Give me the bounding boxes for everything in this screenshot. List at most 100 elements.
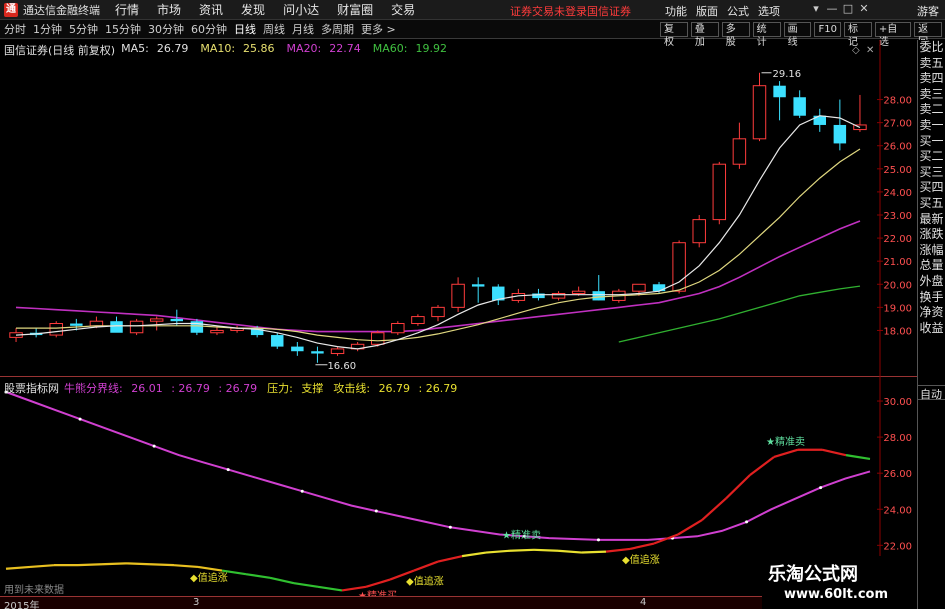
candle-body [732,138,747,165]
candle-body [793,97,806,116]
attack-line-segment [485,549,511,554]
broker-link[interactable]: 国信证券 [587,3,631,19]
auto-button[interactable]: 自动 [917,385,945,401]
menu-item-news[interactable]: 资讯 [199,1,223,18]
ma-legend: 国信证券(日线 前复权) MA5: 26.79 MA10: 25.86 MA20: 2… [4,42,459,58]
candle-body [571,290,586,295]
price-chart-panel[interactable]: 28.00 27.00 26.00 25.00 24.00 23.00 22.00 21.00… [0,40,917,377]
tab-60min[interactable]: 60分钟 [191,21,227,37]
price-tick-label: 22.00 [883,234,912,245]
main-menu: 行情 市场 资讯 发现 问小达 财富圈 交易 [115,1,433,18]
price-tick-label: 24.00 [883,188,912,199]
candle-body [773,85,786,98]
order-book-label: 卖一 [919,117,944,132]
ma5-value: MA5: 26.79 [121,42,189,55]
menu-item-trade[interactable]: 交易 [391,1,415,18]
stats-button[interactable]: 统计 [752,22,781,48]
candle-body [210,329,224,334]
attack-line-segment [581,550,607,554]
menu-item-markets[interactable]: 市场 [157,1,181,18]
signal-label: ★精准卖 [766,435,805,448]
candle-body [49,323,63,336]
diamond-icon: ◇ [852,45,860,56]
indicator-tick-label: 26.00 [883,469,912,480]
order-book-label: 外盘 [919,273,944,288]
app-logo-icon: 通 [4,2,18,17]
tab-weekly[interactable]: 周线 [263,21,285,37]
window-controls: ▾ — □ ✕ [808,2,872,15]
menu-item-function[interactable]: 功能 [665,3,687,19]
dropdown-icon[interactable]: ▾ [808,2,824,15]
tab-monthly[interactable]: 月线 [292,21,314,37]
draw-line-button[interactable]: 画线 [783,22,812,48]
signal-label: ★精准买 [358,589,397,596]
menu-item-discover[interactable]: 发现 [241,1,265,18]
pressure-value: 压力: 支撑 [267,382,324,395]
order-book-label: 买一 [919,133,944,148]
signal-label: ◆值追涨 [190,571,228,584]
adjust-button[interactable]: 复权 [660,22,688,48]
menu-item-layout[interactable]: 版面 [696,3,718,19]
f10-button[interactable]: F10 [814,22,841,37]
bull-bear-dot [374,509,378,513]
attack-line-segment [821,448,847,457]
tab-multi-period[interactable]: 多周期 [321,21,354,37]
candle-body [451,283,465,308]
maximize-icon[interactable]: □ [840,2,856,15]
tab-intraday[interactable]: 分时 [4,21,26,37]
price-chart-svg[interactable]: 28.00 27.00 26.00 25.00 24.00 23.00 22.00 21.00… [0,40,917,377]
price-tick-label: 28.00 [883,96,912,107]
period-tabs: 分时 1分钟 5分钟 15分钟 30分钟 60分钟 日线 周线 月线 多周期 更… [4,21,403,37]
menu-item-ask[interactable]: 问小达 [283,1,319,18]
title-bar: 通 通达信金融终端 行情 市场 资讯 发现 问小达 财富圈 交易 证券交易未登录… [0,0,945,20]
attack-line-segment [461,551,487,558]
order-book-label: 总量 [919,258,944,273]
tab-30min[interactable]: 30分钟 [148,21,184,37]
back-button[interactable]: 返回 [914,22,942,48]
close-icon[interactable]: ✕ [856,2,872,15]
bull-bear-dot [745,520,749,524]
price-tick-label: 26.00 [883,142,912,153]
tab-daily[interactable]: 日线 [234,21,256,37]
menu-item-options[interactable]: 选项 [758,3,780,19]
signal-label: ◆值追涨 [406,575,444,588]
attack-line-segment [173,564,199,569]
attack-line-segment [29,564,55,569]
menu-item-formula[interactable]: 公式 [727,3,749,19]
order-book-label: 委比 [919,40,944,54]
guest-label[interactable]: 游客 [917,3,939,19]
candle-body [391,323,405,334]
order-book-label: 收益 [919,320,944,335]
minimize-icon[interactable]: — [824,2,840,15]
bull-bear-dot [448,525,452,529]
low-price-label: 16.60 [327,361,356,372]
candle-body [170,318,184,322]
tab-1min[interactable]: 1分钟 [33,21,62,37]
order-book-label: 卖五 [919,55,944,70]
tab-15min[interactable]: 15分钟 [105,21,141,37]
attack-line-segment [773,448,799,458]
tab-more[interactable]: 更多 > [361,21,396,37]
menu-item-wealth[interactable]: 财富圈 [337,1,373,18]
indicator-tick-label: 24.00 [883,505,912,516]
mark-button[interactable]: 标记 [843,22,872,48]
chart-tools: 复权 叠加 多股 统计 画线 F10 标记 +自选 返回 [660,22,945,48]
attack-line-segment [293,582,319,588]
candle-body [330,348,345,355]
order-book-label: 涨幅 [919,242,944,257]
attack-line-segment [197,565,223,572]
attack-line-segment [245,573,271,579]
add-watchlist-button[interactable]: +自选 [874,22,912,48]
tab-5min[interactable]: 5分钟 [69,21,98,37]
attack-line-segment [533,548,559,552]
attack-line-segment [629,542,655,551]
overlay-button[interactable]: 叠加 [690,22,719,48]
ma20-value: MA20: 22.74 [286,42,361,55]
multi-stock-button[interactable]: 多股 [721,22,750,48]
login-status-link[interactable]: 证券交易未登录 [510,3,587,19]
indicator-name[interactable]: 股票指标网 [4,380,59,396]
attack-line-segment [5,565,31,570]
attack-line-segment [101,562,127,566]
close-panel-icon: ✕ [866,45,874,56]
menu-item-market[interactable]: 行情 [115,1,139,18]
